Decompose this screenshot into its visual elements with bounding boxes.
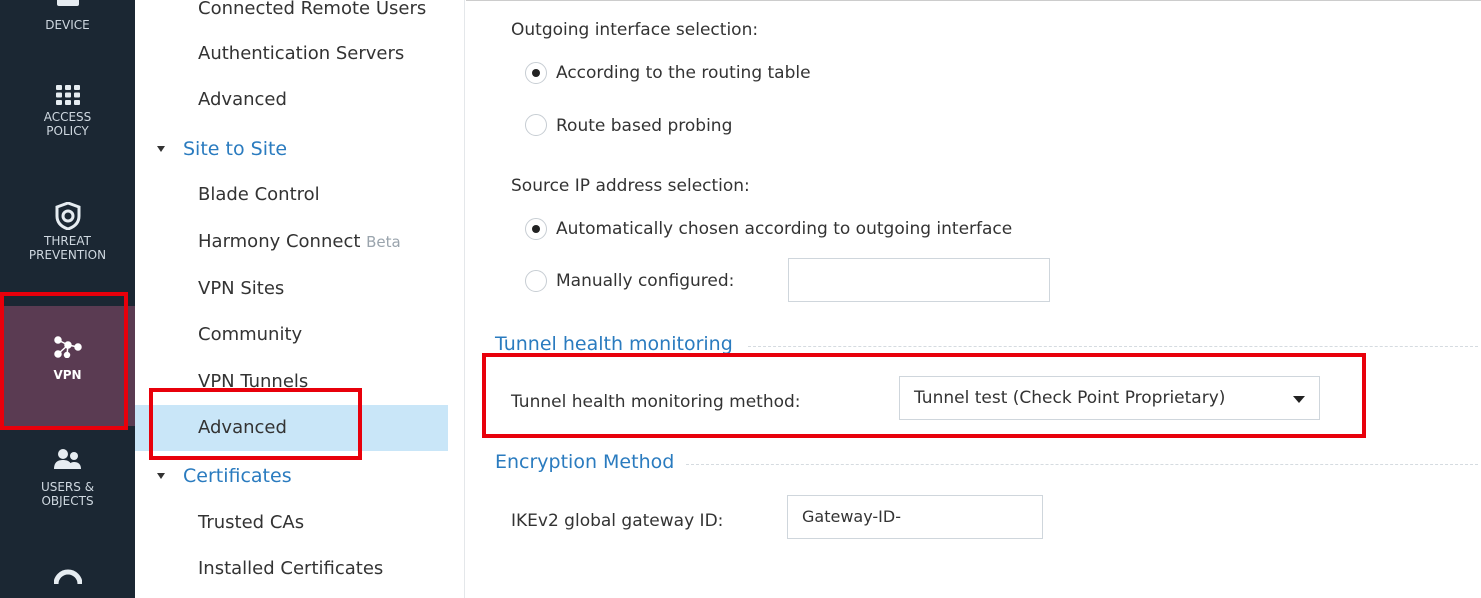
outgoing-routing-table-radio[interactable] [525,62,547,84]
vpn-tree-panel: Connected Remote Users Authentication Se… [135,0,465,598]
tree-group-certificates-label: Certificates [183,465,292,487]
source-manual-radio[interactable] [525,270,547,292]
tree-group-site-to-site-label: Site to Site [183,138,288,160]
nav-vpn-label: VPN [53,368,82,382]
nav-access-policy[interactable]: ACCESS POLICY [0,84,135,174]
tree-item-authentication-servers[interactable]: Authentication Servers [135,31,448,77]
tunnel-health-section-divider [748,346,1478,347]
grid-icon [55,85,80,105]
tree-item-harmony-connect-label: Harmony Connect [198,231,361,252]
tree-item-vpn-sites[interactable]: VPN Sites [135,266,448,312]
outgoing-route-probing-label[interactable]: Route based probing [556,116,732,136]
nav-logs-monitoring[interactable] [0,566,135,598]
dropdown-arrow-icon[interactable] [1293,396,1305,403]
encryption-section-title: Encryption Method [495,451,675,473]
source-auto-label[interactable]: Automatically chosen according to outgoi… [556,219,1012,239]
tunnel-method-value: Tunnel test (Check Point Proprietary) [914,388,1226,408]
nav-device[interactable]: DEVICE [0,0,135,60]
tree-item-harmony-connect[interactable]: Harmony Connect Beta [135,219,448,265]
ikev2-gateway-id-label: IKEv2 global gateway ID: [511,511,724,531]
beta-badge: Beta [366,233,401,251]
nav-threat-prevention[interactable]: THREAT PREVENTION [0,202,135,298]
nav-threat-prevention-label: THREAT PREVENTION [28,234,107,263]
tree-item-community[interactable]: Community [135,312,448,358]
tree-item-advanced-remote-access[interactable]: Advanced [135,77,448,123]
tree-group-site-to-site[interactable]: Site to Site [135,131,287,167]
outgoing-interface-label: Outgoing interface selection: [511,20,759,40]
tunnel-method-select[interactable]: Tunnel test (Check Point Proprietary) [899,376,1320,420]
nav-device-label: DEVICE [45,18,90,32]
shield-icon [55,202,80,230]
tree-item-connected-remote-users[interactable]: Connected Remote Users [135,0,448,32]
tree-item-blade-control[interactable]: Blade Control [135,172,448,218]
nav-users-objects-label: USERS & OBJECTS [40,480,95,509]
device-icon [56,0,79,6]
vpn-network-icon [53,336,82,358]
tree-group-certificates[interactable]: Certificates [135,458,292,494]
nav-access-policy-label: ACCESS POLICY [43,110,92,139]
tunnel-method-label: Tunnel health monitoring method: [511,392,801,412]
source-ip-label: Source IP address selection: [511,176,750,196]
outgoing-routing-table-label[interactable]: According to the routing table [556,63,811,83]
encryption-section-divider [686,464,1478,465]
tunnel-health-section-title: Tunnel health monitoring [495,333,733,355]
caret-down-icon[interactable] [157,146,165,152]
source-auto-radio[interactable] [525,218,547,240]
ikev2-gateway-id-input[interactable]: Gateway-ID- [787,495,1043,539]
source-manual-label[interactable]: Manually configured: [556,271,734,291]
nav-rail: DEVICE ACCESS POLICY THREAT PREVENTION V… [0,0,135,598]
users-icon [53,449,81,469]
source-manual-input[interactable] [788,258,1050,302]
nav-users-objects[interactable]: USERS & OBJECTS [0,448,135,544]
tree-item-trusted-cas[interactable]: Trusted CAs [135,500,448,546]
tree-item-vpn-tunnels[interactable]: VPN Tunnels [135,359,448,405]
outgoing-route-probing-radio[interactable] [525,114,547,136]
caret-down-icon[interactable] [157,473,165,479]
tree-item-advanced-site-to-site[interactable]: Advanced [135,405,448,451]
tree-item-installed-certificates[interactable]: Installed Certificates [135,546,448,592]
gauge-icon [53,569,82,584]
nav-vpn[interactable]: VPN [0,306,135,426]
top-divider [466,0,1481,1]
